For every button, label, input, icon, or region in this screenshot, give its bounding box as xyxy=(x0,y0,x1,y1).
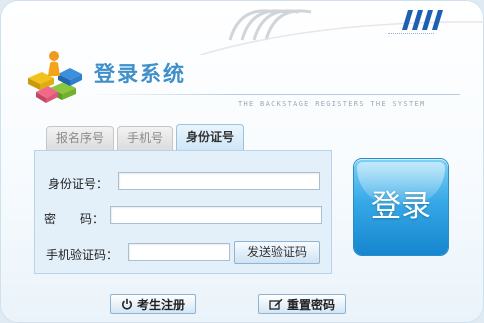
tab-phone-number[interactable]: 手机号 xyxy=(117,126,174,150)
register-button[interactable]: 考生注册 xyxy=(110,294,196,314)
sms-code-input[interactable] xyxy=(128,243,230,261)
edit-icon xyxy=(269,298,283,310)
send-sms-code-button[interactable]: 发送验证码 xyxy=(234,241,320,264)
login-button-label: 登录 xyxy=(371,189,431,224)
sms-code-label: 手机验证码： xyxy=(46,248,119,262)
password-label: 密 码： xyxy=(44,212,105,226)
logo-icon xyxy=(28,51,82,103)
register-button-label: 考生注册 xyxy=(136,297,185,312)
tab-registration-number[interactable]: 报名序号 xyxy=(46,126,115,150)
password-input[interactable] xyxy=(110,206,322,224)
login-panel: 登录系统 THE BACKSTAGE REGISTERS THE SYSTEM … xyxy=(0,0,484,323)
reset-password-button[interactable]: 重置密码 xyxy=(258,294,346,314)
login-type-tabs: 报名序号 手机号 身份证号 xyxy=(46,124,245,150)
reset-password-button-label: 重置密码 xyxy=(286,297,335,312)
login-button[interactable]: 登录 xyxy=(354,159,448,255)
subtitle-divider xyxy=(90,94,460,95)
page-subtitle: THE BACKSTAGE REGISTERS THE SYSTEM xyxy=(238,100,426,108)
brand-dots xyxy=(388,33,434,34)
power-icon xyxy=(122,298,132,310)
brand-stripes-icon xyxy=(402,10,443,30)
tab-id-number[interactable]: 身份证号 xyxy=(176,124,245,150)
id-number-label: 身份证号： xyxy=(48,177,109,191)
page-title: 登录系统 xyxy=(94,61,186,86)
id-number-input[interactable] xyxy=(118,172,320,190)
